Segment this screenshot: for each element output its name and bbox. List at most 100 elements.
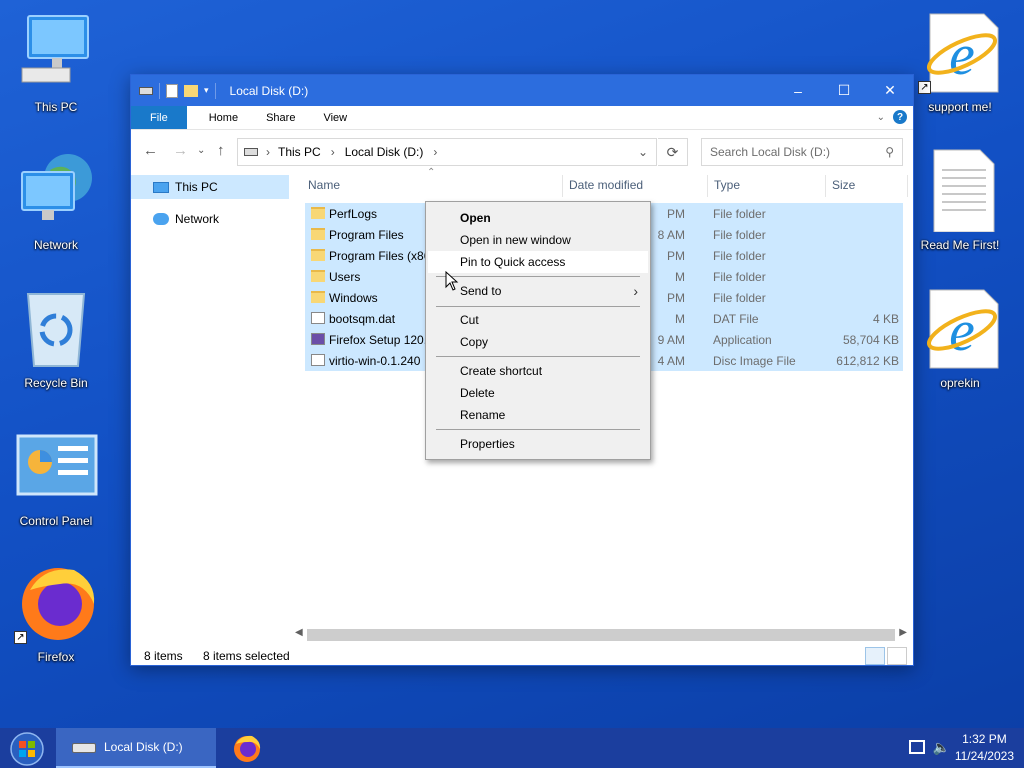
refresh-button[interactable]: ⟳	[658, 138, 688, 166]
drive-icon	[72, 743, 96, 753]
menu-item-pin-quick-access[interactable]: Pin to Quick access	[428, 251, 648, 273]
desktop-icon-label: oprekin	[940, 376, 980, 390]
navigation-pane: This PC Network	[131, 175, 289, 635]
submenu-arrow-icon: ›	[633, 283, 638, 299]
selected-count: 8 items selected	[203, 649, 290, 663]
tab-home[interactable]: Home	[187, 106, 252, 129]
nav-item-label: Network	[175, 212, 220, 226]
column-header-size[interactable]: Size	[832, 178, 855, 192]
folder-icon	[311, 291, 325, 303]
taskbar-item-explorer[interactable]: Local Disk (D:)	[56, 728, 216, 768]
internet-explorer-icon: e ↗	[918, 10, 1002, 94]
forward-button[interactable]: →	[173, 142, 188, 159]
column-header-name[interactable]: Name	[308, 178, 340, 192]
menu-item-open[interactable]: Open	[428, 207, 648, 229]
desktop-icon-label: Network	[33, 238, 78, 252]
tab-share[interactable]: Share	[252, 106, 309, 129]
address-bar[interactable]: › This PC › Local Disk (D:) › ⌄	[237, 138, 657, 166]
breadcrumb-separator-icon[interactable]: ›	[266, 145, 270, 159]
breadcrumb-separator-icon[interactable]: ›	[331, 145, 335, 159]
large-icons-view-button[interactable]	[887, 647, 907, 665]
svg-text:e: e	[949, 22, 975, 87]
help-icon[interactable]: ?	[893, 110, 907, 124]
control-panel-icon	[14, 424, 98, 508]
desktop-icon-label: Control Panel	[19, 514, 93, 528]
file-name: Program Files	[329, 227, 404, 242]
desktop-icon-support-me[interactable]: e ↗ support me!	[914, 10, 1006, 130]
file-name: Users	[329, 269, 361, 284]
address-dropdown-icon[interactable]: ⌄	[638, 145, 648, 159]
file-name: virtio-win-0.1.240	[329, 353, 421, 368]
file-name: PerfLogs	[329, 206, 378, 221]
desktop-icon-oprekin[interactable]: e oprekin	[914, 286, 1006, 406]
desktop-icon-recycle-bin[interactable]: Recycle Bin	[10, 286, 102, 406]
menu-item-open-new-window[interactable]: Open in new window	[428, 229, 648, 251]
tab-file[interactable]: File	[131, 106, 187, 129]
text-document-icon	[918, 148, 1002, 233]
search-input[interactable]: Search Local Disk (D:) ⚲	[701, 138, 903, 166]
clock[interactable]: 1:32 PM 11/24/2023	[955, 732, 1014, 763]
scroll-right-icon[interactable]: ▶	[899, 627, 907, 638]
customize-toolbar-icon[interactable]: ▾	[204, 85, 209, 96]
menu-item-rename[interactable]: Rename	[428, 404, 648, 426]
desktop-icon-read-me-first[interactable]: Read Me First!	[914, 148, 1006, 268]
minimize-button[interactable]: –	[775, 75, 821, 106]
close-button[interactable]: ✕	[867, 75, 913, 106]
breadcrumb-this-pc[interactable]: This PC	[278, 145, 321, 159]
desktop-icon-control-panel[interactable]: Control Panel	[10, 424, 102, 544]
start-button[interactable]	[6, 731, 48, 767]
desktop-icon-network[interactable]: Network	[10, 148, 102, 268]
internet-explorer-icon: e	[918, 286, 1002, 370]
menu-item-delete[interactable]: Delete	[428, 382, 648, 404]
context-menu: Open Open in new window Pin to Quick acc…	[425, 201, 651, 460]
desktop-icon-firefox[interactable]: ↗ Firefox	[10, 560, 102, 680]
menu-item-send-to[interactable]: Send to ›	[428, 280, 648, 302]
network-status-icon[interactable]	[908, 740, 925, 754]
back-button[interactable]: ←	[143, 142, 158, 159]
file-type: File folder	[713, 227, 766, 242]
taskbar-firefox-icon[interactable]	[230, 732, 264, 764]
menu-item-label: Send to	[460, 284, 502, 298]
firefox-icon: ↗	[14, 560, 98, 644]
folder-icon	[311, 249, 325, 261]
network-icon	[14, 148, 98, 232]
desktop-icon-label: support me!	[928, 100, 992, 114]
nav-item-network[interactable]: Network	[131, 207, 289, 231]
menu-item-copy[interactable]: Copy	[428, 331, 648, 353]
up-button[interactable]: ↑	[217, 142, 225, 159]
column-header-type[interactable]: Type	[714, 178, 740, 192]
window-titlebar[interactable]: ▾ Local Disk (D:) – ☐ ✕	[131, 75, 913, 106]
column-header-date[interactable]: Date modified	[569, 178, 643, 192]
installer-icon	[311, 333, 325, 345]
scroll-left-icon[interactable]: ◀	[295, 627, 303, 638]
menu-item-create-shortcut[interactable]: Create shortcut	[428, 360, 648, 382]
menu-item-properties[interactable]: Properties	[428, 433, 648, 455]
file-type: File folder	[713, 206, 766, 221]
menu-item-cut[interactable]: Cut	[428, 309, 648, 331]
file-type: File folder	[713, 269, 766, 284]
file-name: Windows	[329, 290, 378, 305]
desktop-icon-this-pc[interactable]: This PC	[10, 10, 102, 130]
clock-time: 1:32 PM	[962, 732, 1007, 746]
maximize-button[interactable]: ☐	[821, 75, 867, 106]
expand-ribbon-icon[interactable]: ⌄	[877, 112, 885, 123]
window-title: Local Disk (D:)	[229, 83, 309, 98]
nav-item-this-pc[interactable]: This PC	[131, 175, 289, 199]
breadcrumb-local-disk[interactable]: Local Disk (D:)	[345, 145, 424, 159]
file-name: Firefox Setup 120.0	[329, 332, 429, 347]
file-icon	[311, 312, 325, 324]
drive-icon	[139, 86, 153, 95]
tab-view[interactable]: View	[309, 106, 361, 129]
new-folder-icon[interactable]	[184, 84, 198, 97]
desktop-icon-label: Firefox	[37, 650, 75, 664]
properties-icon[interactable]	[166, 83, 178, 98]
file-size: 4 KB	[872, 311, 899, 326]
scrollbar-thumb[interactable]	[307, 629, 895, 641]
breadcrumb-separator-icon[interactable]: ›	[433, 145, 437, 159]
volume-muted-icon[interactable]: 🔈	[933, 740, 950, 754]
details-view-button[interactable]	[865, 647, 885, 665]
desktop-icon-label: This PC	[34, 100, 78, 114]
file-type: Application	[713, 332, 772, 347]
recent-locations-button[interactable]: ⌄	[197, 145, 205, 156]
horizontal-scrollbar[interactable]: ◀ ▶	[291, 627, 911, 643]
